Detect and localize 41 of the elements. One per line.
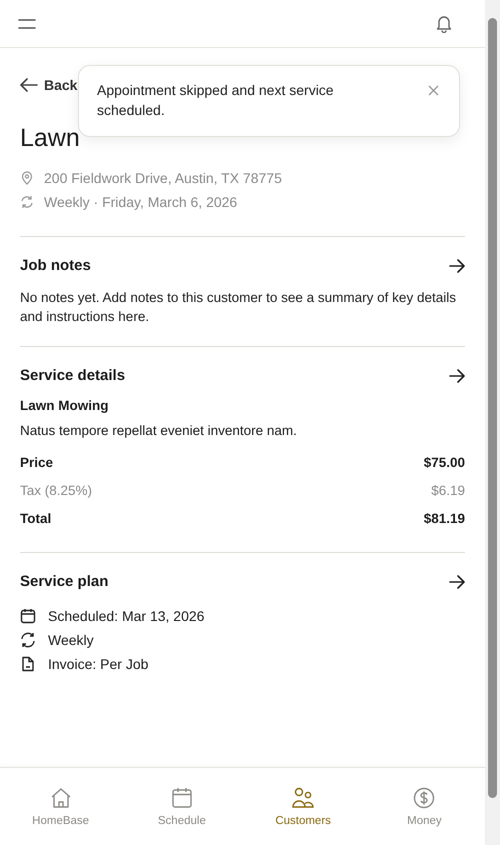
job-notes-text: No notes yet. Add notes to this customer to see a summary of key details and instructions here. [20, 289, 457, 326]
price-label: Total [20, 510, 52, 526]
location-pin-icon [20, 171, 34, 185]
nav-tab[interactable]: Money [364, 768, 485, 845]
nav-tab[interactable]: Customers [242, 768, 364, 845]
section-heading: Service plan [20, 573, 108, 590]
price-amount: $81.19 [424, 510, 465, 526]
arrow-right-icon[interactable] [449, 258, 465, 272]
menu-icon[interactable] [18, 18, 36, 28]
dollar-icon [413, 786, 436, 808]
plan-detail: Scheduled: Mar 13, 2026 [48, 608, 204, 624]
section-heading: Job notes [20, 257, 91, 274]
arrow-left-icon [20, 78, 38, 92]
home-icon [50, 786, 72, 808]
price-label: Price [20, 454, 54, 470]
scrollbar[interactable] [485, 0, 500, 845]
service-description: Natus tempore repellat eveniet inventore nam. [20, 423, 298, 438]
calendar-icon [170, 786, 193, 808]
plan-detail: Invoice: Per Job [48, 656, 148, 672]
repeat-icon [20, 195, 34, 209]
job-title: Lawn [20, 123, 81, 154]
calendar-icon [20, 608, 36, 624]
price-amount: $75.00 [424, 454, 465, 470]
people-icon [292, 786, 314, 808]
close-icon[interactable] [428, 85, 439, 96]
arrow-right-icon[interactable] [449, 574, 465, 588]
back-link[interactable]: Back [20, 77, 78, 93]
notification-bell-icon[interactable] [436, 14, 452, 32]
section-heading: Service details [20, 367, 126, 384]
toast-message: Appointment skipped and next service scheduled. [97, 81, 335, 120]
repeat-icon [20, 632, 36, 648]
nav-tab[interactable]: HomeBase [0, 768, 122, 845]
service-name: Lawn Mowing [20, 398, 110, 413]
job-address: 200 Fieldwork Drive, Austin, TX 78775 [44, 170, 282, 186]
price-amount: $6.19 [431, 482, 465, 498]
arrow-right-icon[interactable] [449, 368, 465, 382]
job-recurrence: Weekly · Friday, March 6, 2026 [44, 194, 238, 210]
plan-detail: Weekly [48, 632, 94, 648]
document-icon [20, 656, 36, 672]
nav-tab[interactable]: Schedule [121, 768, 242, 845]
price-label: Tax (8.25%) [20, 482, 92, 498]
